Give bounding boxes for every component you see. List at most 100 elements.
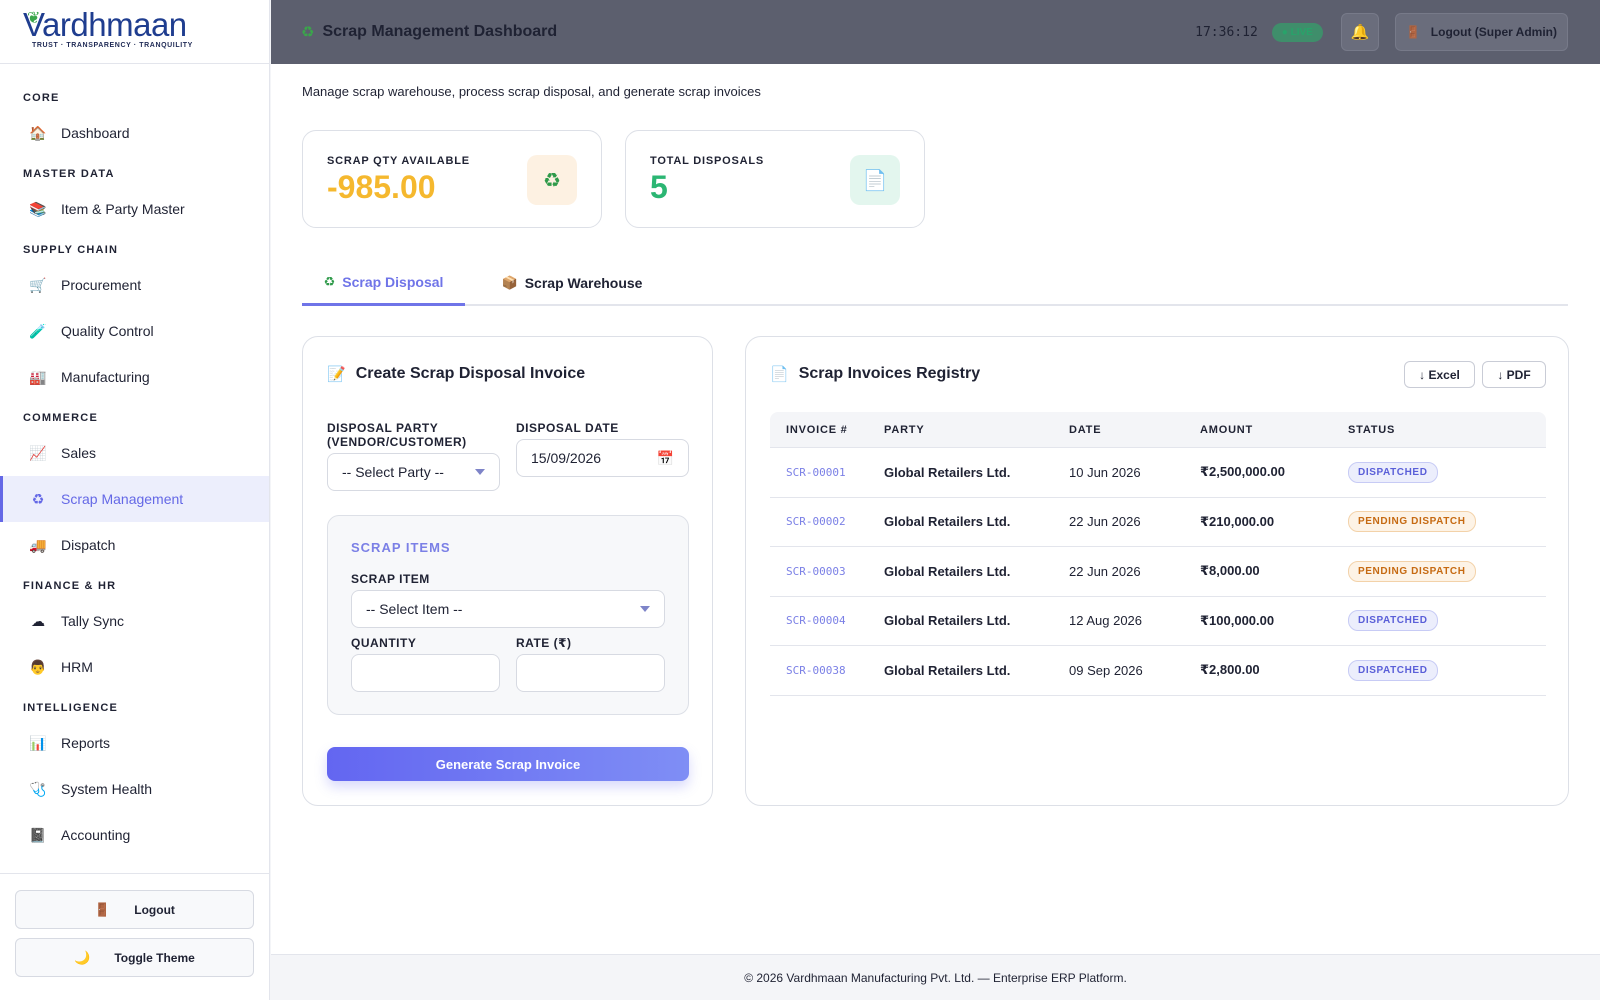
sidebar-item-label: Item & Party Master [61, 201, 185, 217]
sidebar-item-label: Sales [61, 445, 97, 461]
invoice-link[interactable]: SCR-00003 [770, 565, 884, 578]
generate-invoice-button[interactable]: Generate Scrap Invoice [327, 747, 689, 781]
column-header[interactable]: PARTY [884, 424, 1069, 436]
nav-section-title: INTELLIGENCE [23, 702, 119, 714]
date-cell: 09 Sep 2026 [1069, 662, 1143, 678]
invoice-link[interactable]: SCR-00004 [770, 614, 884, 627]
amount-cell: ₹2,800.00 [1200, 662, 1260, 678]
toggle-theme-button[interactable]: 🌙 Toggle Theme [15, 938, 254, 977]
rate-label: RATE (₹) [516, 636, 572, 650]
nav-icon: 🚚 [29, 536, 47, 553]
table-row[interactable]: SCR-00002 Global Retailers Ltd. 22 Jun 202… [770, 498, 1546, 547]
tab-scrap-warehouse[interactable]: 📦 Scrap Warehouse [498, 260, 646, 306]
sidebar-item-label: HRM [61, 659, 93, 675]
invoice-link[interactable]: SCR-00001 [770, 466, 884, 479]
sidebar-item-tally-sync[interactable]: ☁ Tally Sync [0, 598, 269, 644]
sidebar-footer: 🚪 Logout 🌙 Toggle Theme [0, 873, 269, 1000]
disposal-date-input[interactable]: 15/09/2026 📅 [516, 439, 689, 477]
sidebar-item-dispatch[interactable]: 🚚 Dispatch [0, 522, 269, 568]
export-pdf-button[interactable]: ↓ PDF [1482, 361, 1546, 388]
chevron-down-icon [640, 606, 650, 612]
date-cell: 10 Jun 2026 [1069, 464, 1141, 480]
nav-icon: ♻ [31, 490, 45, 507]
table-row[interactable]: SCR-00038 Global Retailers Ltd. 09 Sep 202… [770, 646, 1546, 696]
sidebar-item-system-health[interactable]: 🩺 System Health [0, 766, 269, 812]
export-excel-button[interactable]: ↓ Excel [1404, 361, 1475, 388]
sidebar-item-accounting[interactable]: 📓 Accounting [0, 812, 269, 858]
sidebar-item-label: Dashboard [61, 125, 130, 141]
brand-tagline: TRUST · TRANSPARENCY · TRANQUILITY [32, 42, 193, 49]
chevron-down-icon [475, 469, 485, 475]
calendar-icon: 📅 [656, 449, 674, 466]
section-title: SCRAP ITEMS [351, 540, 451, 555]
amount-cell: ₹100,000.00 [1200, 612, 1275, 628]
sidebar-item-label: Manufacturing [61, 369, 150, 385]
nav-icon: 📚 [29, 200, 47, 217]
table-body: SCR-00001 Global Retailers Ltd. 10 Jun 202… [770, 448, 1546, 696]
sidebar-item-hrm[interactable]: 👨 HRM [0, 644, 269, 690]
sidebar-item-label: Accounting [61, 827, 131, 843]
status-cell: DISPATCHED [1348, 461, 1546, 483]
sidebar-item-scrap-management[interactable]: ♻ Scrap Management [0, 476, 269, 522]
sidebar-item-item-party-master[interactable]: 📚 Item & Party Master [0, 186, 269, 232]
brand-name: Vardhmaan [23, 6, 187, 43]
scrap-item-select[interactable]: -- Select Item -- [351, 590, 665, 628]
registry-title: 📄 Scrap Invoices Registry [770, 365, 981, 383]
party-label: DISPOSAL PARTY (VENDOR/CUSTOMER) [327, 421, 467, 449]
column-header[interactable]: AMOUNT [1200, 424, 1348, 436]
sidebar-item-procurement[interactable]: 🛒 Procurement [0, 262, 269, 308]
party-select[interactable]: -- Select Party -- [327, 453, 500, 491]
memo-icon: 📝 [327, 366, 346, 383]
sidebar-item-label: Tally Sync [61, 613, 125, 629]
leaf-icon: ❦ [27, 10, 40, 27]
sidebar-nav: CORE 🏠 Dashboard MASTER DATA 📚 Item & Party M… [0, 64, 269, 864]
sidebar-item-quality-control[interactable]: 🧪 Quality Control [0, 308, 269, 354]
nav-icon: 🛒 [29, 276, 47, 293]
page-title: ♻ Scrap Management Dashboard [301, 23, 558, 41]
status-cell: DISPATCHED [1348, 659, 1546, 681]
top-bar: ♻ Scrap Management Dashboard 17:36:12 ● L… [271, 0, 1600, 64]
notifications-button[interactable]: 🔔 [1340, 13, 1379, 51]
amount-cell: ₹210,000.00 [1200, 513, 1275, 529]
document-icon: 📄 [850, 155, 900, 205]
recycle-icon: ♻ [301, 24, 315, 41]
tab-scrap-disposal[interactable]: ♻ Scrap Disposal [302, 260, 465, 306]
column-header[interactable]: INVOICE # [770, 424, 884, 436]
table-header: INVOICE # PARTY DATE AMOUNT STATUS [770, 412, 1546, 448]
brand-logo[interactable]: ❦ Vardhmaan TRUST · TRANSPARENCY · TRANQU… [0, 0, 269, 64]
party-cell: Global Retailers Ltd. [884, 613, 1011, 629]
invoice-link[interactable]: SCR-00038 [770, 664, 884, 677]
nav-section-title: SUPPLY CHAIN [23, 244, 119, 256]
party-cell: Global Retailers Ltd. [884, 464, 1011, 480]
sidebar-item-label: Dispatch [61, 537, 116, 553]
sidebar-item-sales[interactable]: 📈 Sales [0, 430, 269, 476]
status-badge: PENDING DISPATCH [1348, 560, 1476, 582]
table-row[interactable]: SCR-00003 Global Retailers Ltd. 22 Jun 202… [770, 547, 1546, 597]
clock: 17:36:12 [1195, 24, 1258, 40]
invoice-link[interactable]: SCR-00002 [770, 515, 884, 528]
door-icon: 🚪 [1405, 25, 1421, 39]
scrap-items-section: SCRAP ITEMS SCRAP ITEM -- Select Item --… [327, 515, 689, 715]
sidebar-item-reports[interactable]: 📊 Reports [0, 720, 269, 766]
sidebar-item-dashboard[interactable]: 🏠 Dashboard [0, 110, 269, 156]
rate-input[interactable] [516, 654, 665, 692]
header-logout-button[interactable]: 🚪 Logout (Super Admin) [1394, 13, 1568, 51]
sidebar-logout-button[interactable]: 🚪 Logout [15, 890, 254, 929]
nav-icon: 📓 [29, 826, 47, 843]
sidebar-item-manufacturing[interactable]: 🏭 Manufacturing [0, 354, 269, 400]
stat-card-total-disposals: TOTAL DISPOSALS 5 📄 [625, 130, 925, 228]
nav-icon: 🧪 [29, 322, 47, 339]
table-row[interactable]: SCR-00004 Global Retailers Ltd. 12 Aug 202… [770, 597, 1546, 646]
quantity-input[interactable] [351, 654, 500, 692]
sidebar: ❦ Vardhmaan TRUST · TRANSPARENCY · TRANQU… [0, 0, 270, 1000]
party-cell: Global Retailers Ltd. [884, 514, 1011, 530]
sidebar-item-label: System Health [61, 781, 153, 797]
table-row[interactable]: SCR-00001 Global Retailers Ltd. 10 Jun 202… [770, 448, 1546, 498]
status-badge: DISPATCHED [1348, 659, 1438, 681]
date-label: DISPOSAL DATE [516, 421, 619, 435]
nav-icon: 📈 [29, 444, 47, 461]
amount-cell: ₹8,000.00 [1200, 563, 1260, 579]
column-header[interactable]: DATE [1069, 424, 1200, 436]
date-cell: 12 Aug 2026 [1069, 613, 1143, 629]
column-header[interactable]: STATUS [1348, 424, 1546, 436]
